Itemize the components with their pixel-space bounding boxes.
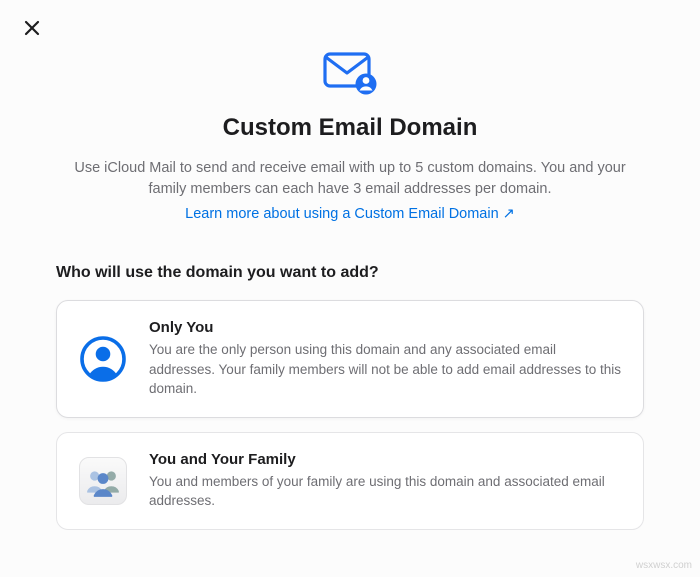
learn-more-link[interactable]: Learn more about using a Custom Email Do…: [185, 206, 515, 222]
section-question: Who will use the domain you want to add?: [56, 264, 379, 282]
option-only-you[interactable]: Only You You are the only person using t…: [56, 300, 644, 418]
option-family[interactable]: You and Your Family You and members of y…: [56, 432, 644, 530]
close-button[interactable]: [22, 18, 42, 38]
page-title: Custom Email Domain: [223, 114, 478, 142]
person-circle-icon: [79, 335, 127, 383]
mail-person-icon: [320, 48, 380, 96]
option-title: You and Your Family: [149, 451, 621, 468]
family-group-icon: [79, 457, 127, 505]
close-icon: [24, 20, 40, 36]
option-description: You are the only person using this domai…: [149, 340, 621, 399]
options-list: Only You You are the only person using t…: [56, 300, 644, 530]
main-content: Custom Email Domain Use iCloud Mail to s…: [0, 0, 700, 530]
description-text: Use iCloud Mail to send and receive emai…: [60, 158, 640, 200]
option-description: You and members of your family are using…: [149, 472, 621, 511]
option-text: You and Your Family You and members of y…: [149, 451, 621, 511]
option-text: Only You You are the only person using t…: [149, 319, 621, 399]
option-title: Only You: [149, 319, 621, 336]
watermark: wsxwsx.com: [636, 560, 692, 571]
